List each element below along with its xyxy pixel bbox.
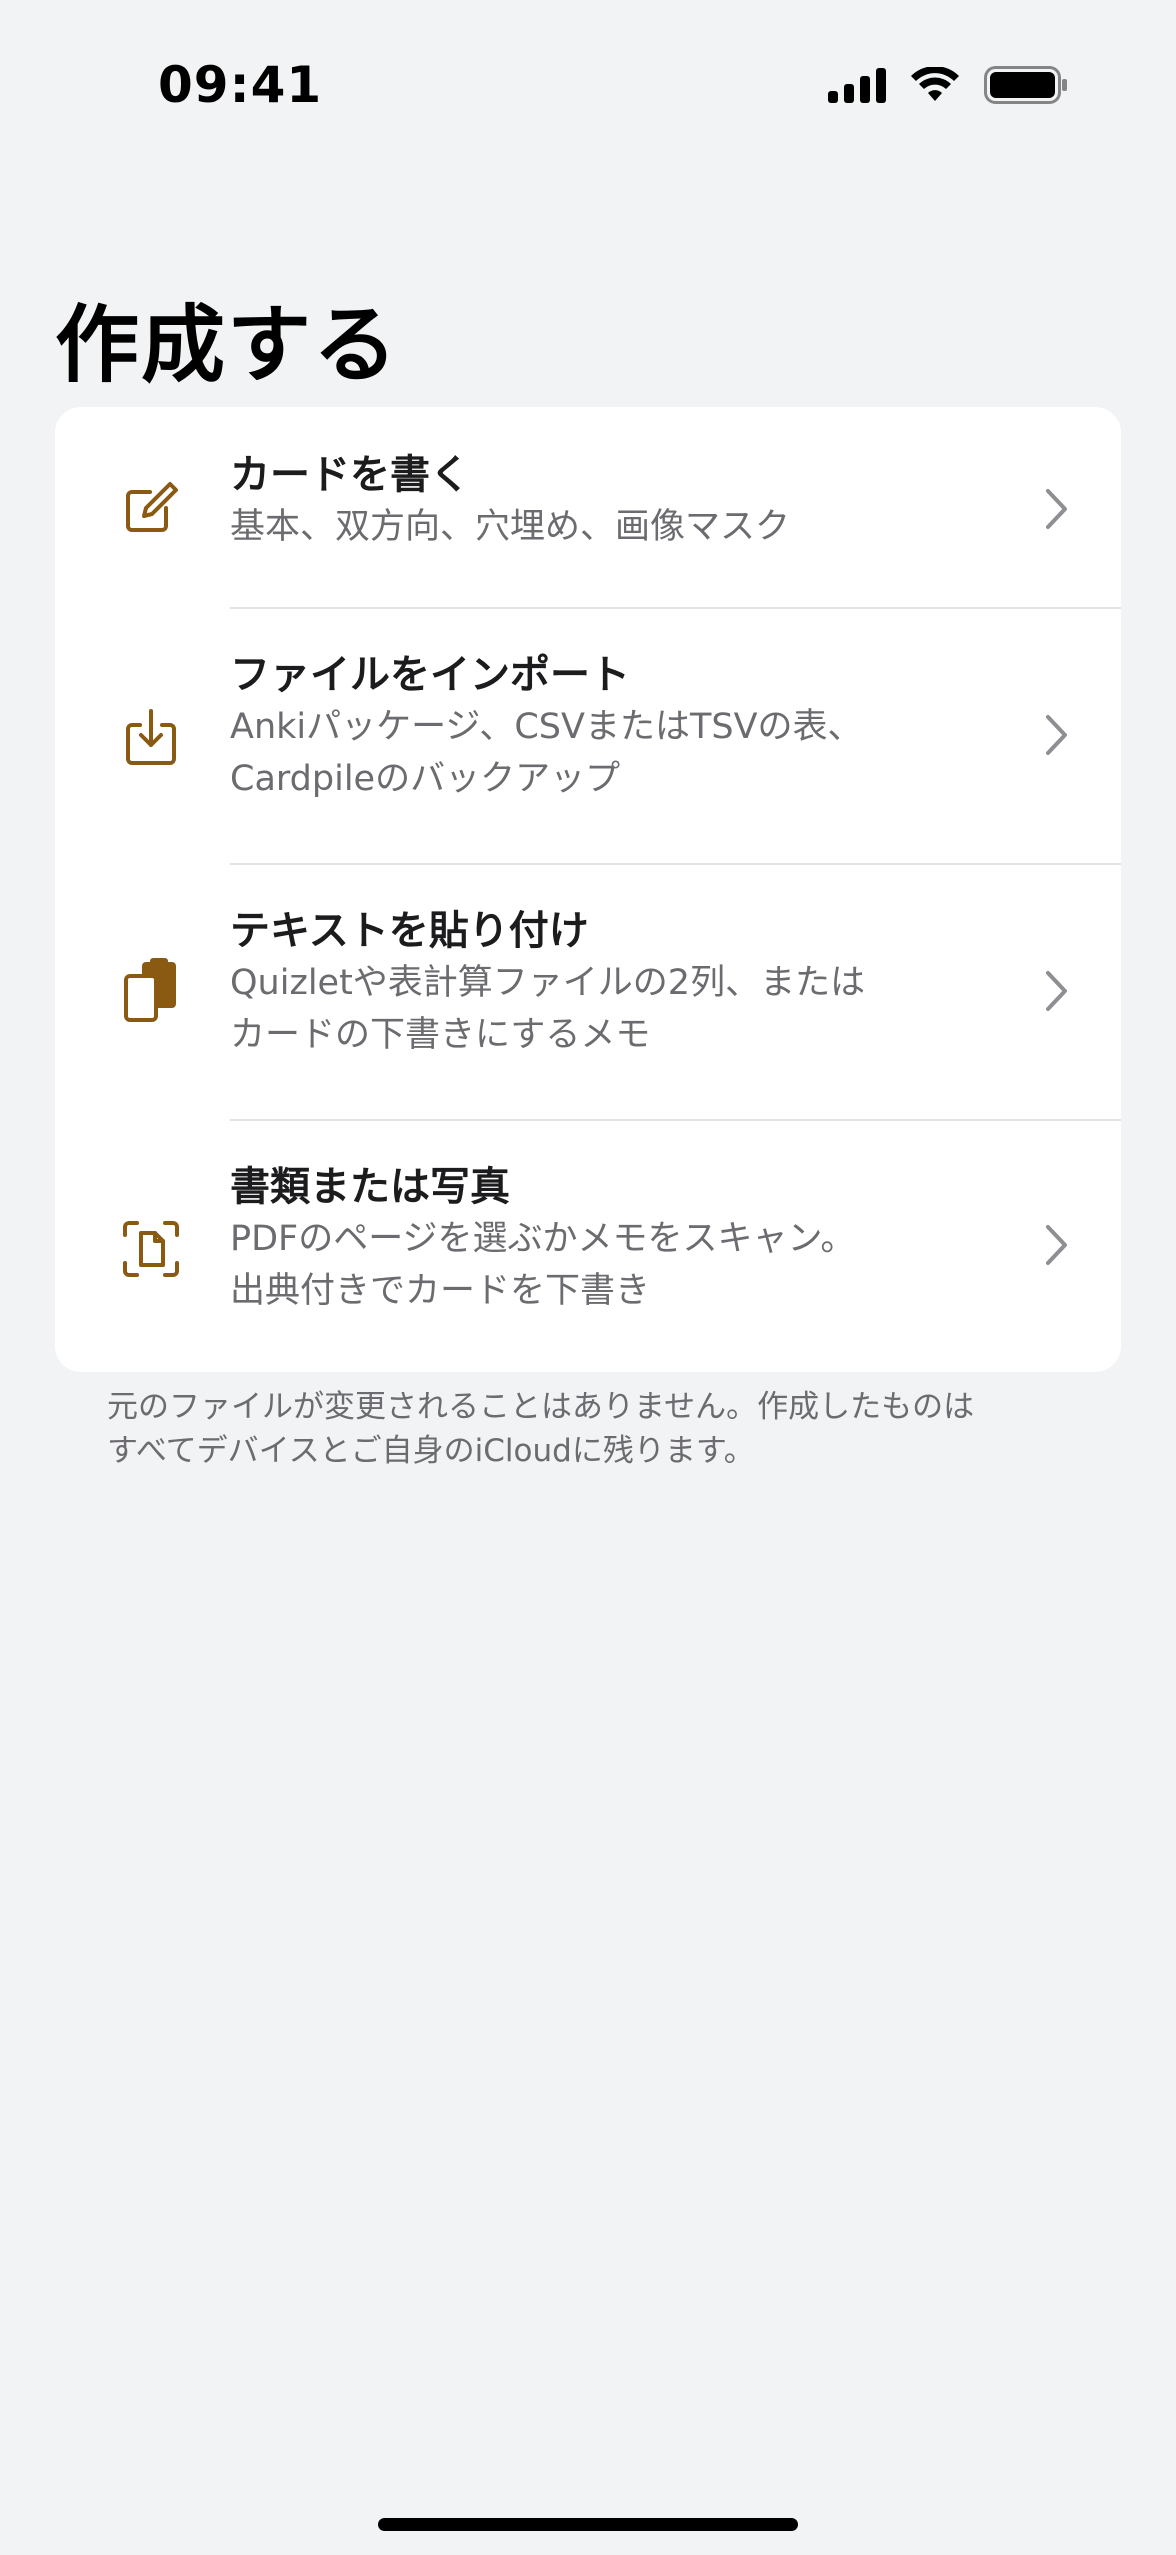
list-item-document-photo[interactable]: 書類または写真 PDFのページを選ぶかメモをスキャン。 出典付きでカードを下書き	[55, 1121, 1121, 1372]
document-scan-icon	[119, 1217, 183, 1281]
list-item-paste-text[interactable]: テキストを貼り付け Quizletや表計算ファイルの2列、または カードの下書き…	[55, 865, 1121, 1119]
row-title: テキストを貼り付け	[230, 908, 589, 954]
chevron-right-icon	[1046, 971, 1067, 1011]
paste-icon	[119, 958, 183, 1023]
cellular-signal-icon	[828, 67, 886, 103]
create-options-list: カードを書く 基本、双方向、穴埋め、画像マスク ファイルをインポート Ankiパ…	[55, 407, 1121, 1372]
row-text: カードを書く 基本、双方向、穴埋め、画像マスク	[230, 449, 1010, 553]
row-subtitle: PDFのページを選ぶかメモをスキャン。 出典付きでカードを下書き	[230, 1219, 856, 1311]
chevron-right-icon	[1046, 715, 1067, 755]
status-icons	[828, 66, 1068, 104]
footer-note: 元のファイルが変更されることはありません。作成したものは すべてデバイスとご自身…	[107, 1389, 975, 1469]
status-bar: 09:41	[0, 0, 1176, 170]
status-time: 09:41	[158, 56, 323, 114]
row-title: ファイルをインポート	[230, 652, 630, 698]
row-subtitle: Quizletや表計算ファイルの2列、または カードの下書きにするメモ	[230, 963, 866, 1055]
wifi-icon	[911, 67, 959, 101]
row-subtitle: Ankiパッケージ、CSVまたはTSVの表、 Cardpileのバックアップ	[230, 707, 863, 799]
chevron-right-icon	[1046, 1225, 1067, 1265]
battery-icon	[984, 66, 1067, 104]
row-title: 書類または写真	[230, 1164, 510, 1210]
compose-icon	[119, 475, 183, 539]
list-item-write-card[interactable]: カードを書く 基本、双方向、穴埋め、画像マスク	[55, 407, 1121, 607]
page-title: 作成する	[55, 296, 400, 394]
chevron-right-icon	[1046, 489, 1067, 529]
import-icon	[119, 705, 183, 769]
row-title: カードを書く	[230, 452, 470, 498]
row-subtitle: 基本、双方向、穴埋め、画像マスク	[230, 507, 791, 547]
row-text: ファイルをインポート Ankiパッケージ、CSVまたはTSVの表、 Cardpi…	[230, 649, 1010, 805]
home-indicator[interactable]	[378, 2518, 798, 2531]
row-text: テキストを貼り付け Quizletや表計算ファイルの2列、または カードの下書き…	[230, 905, 1010, 1061]
row-text: 書類または写真 PDFのページを選ぶかメモをスキャン。 出典付きでカードを下書き	[230, 1161, 1010, 1317]
list-item-import-file[interactable]: ファイルをインポート Ankiパッケージ、CSVまたはTSVの表、 Cardpi…	[55, 609, 1121, 863]
